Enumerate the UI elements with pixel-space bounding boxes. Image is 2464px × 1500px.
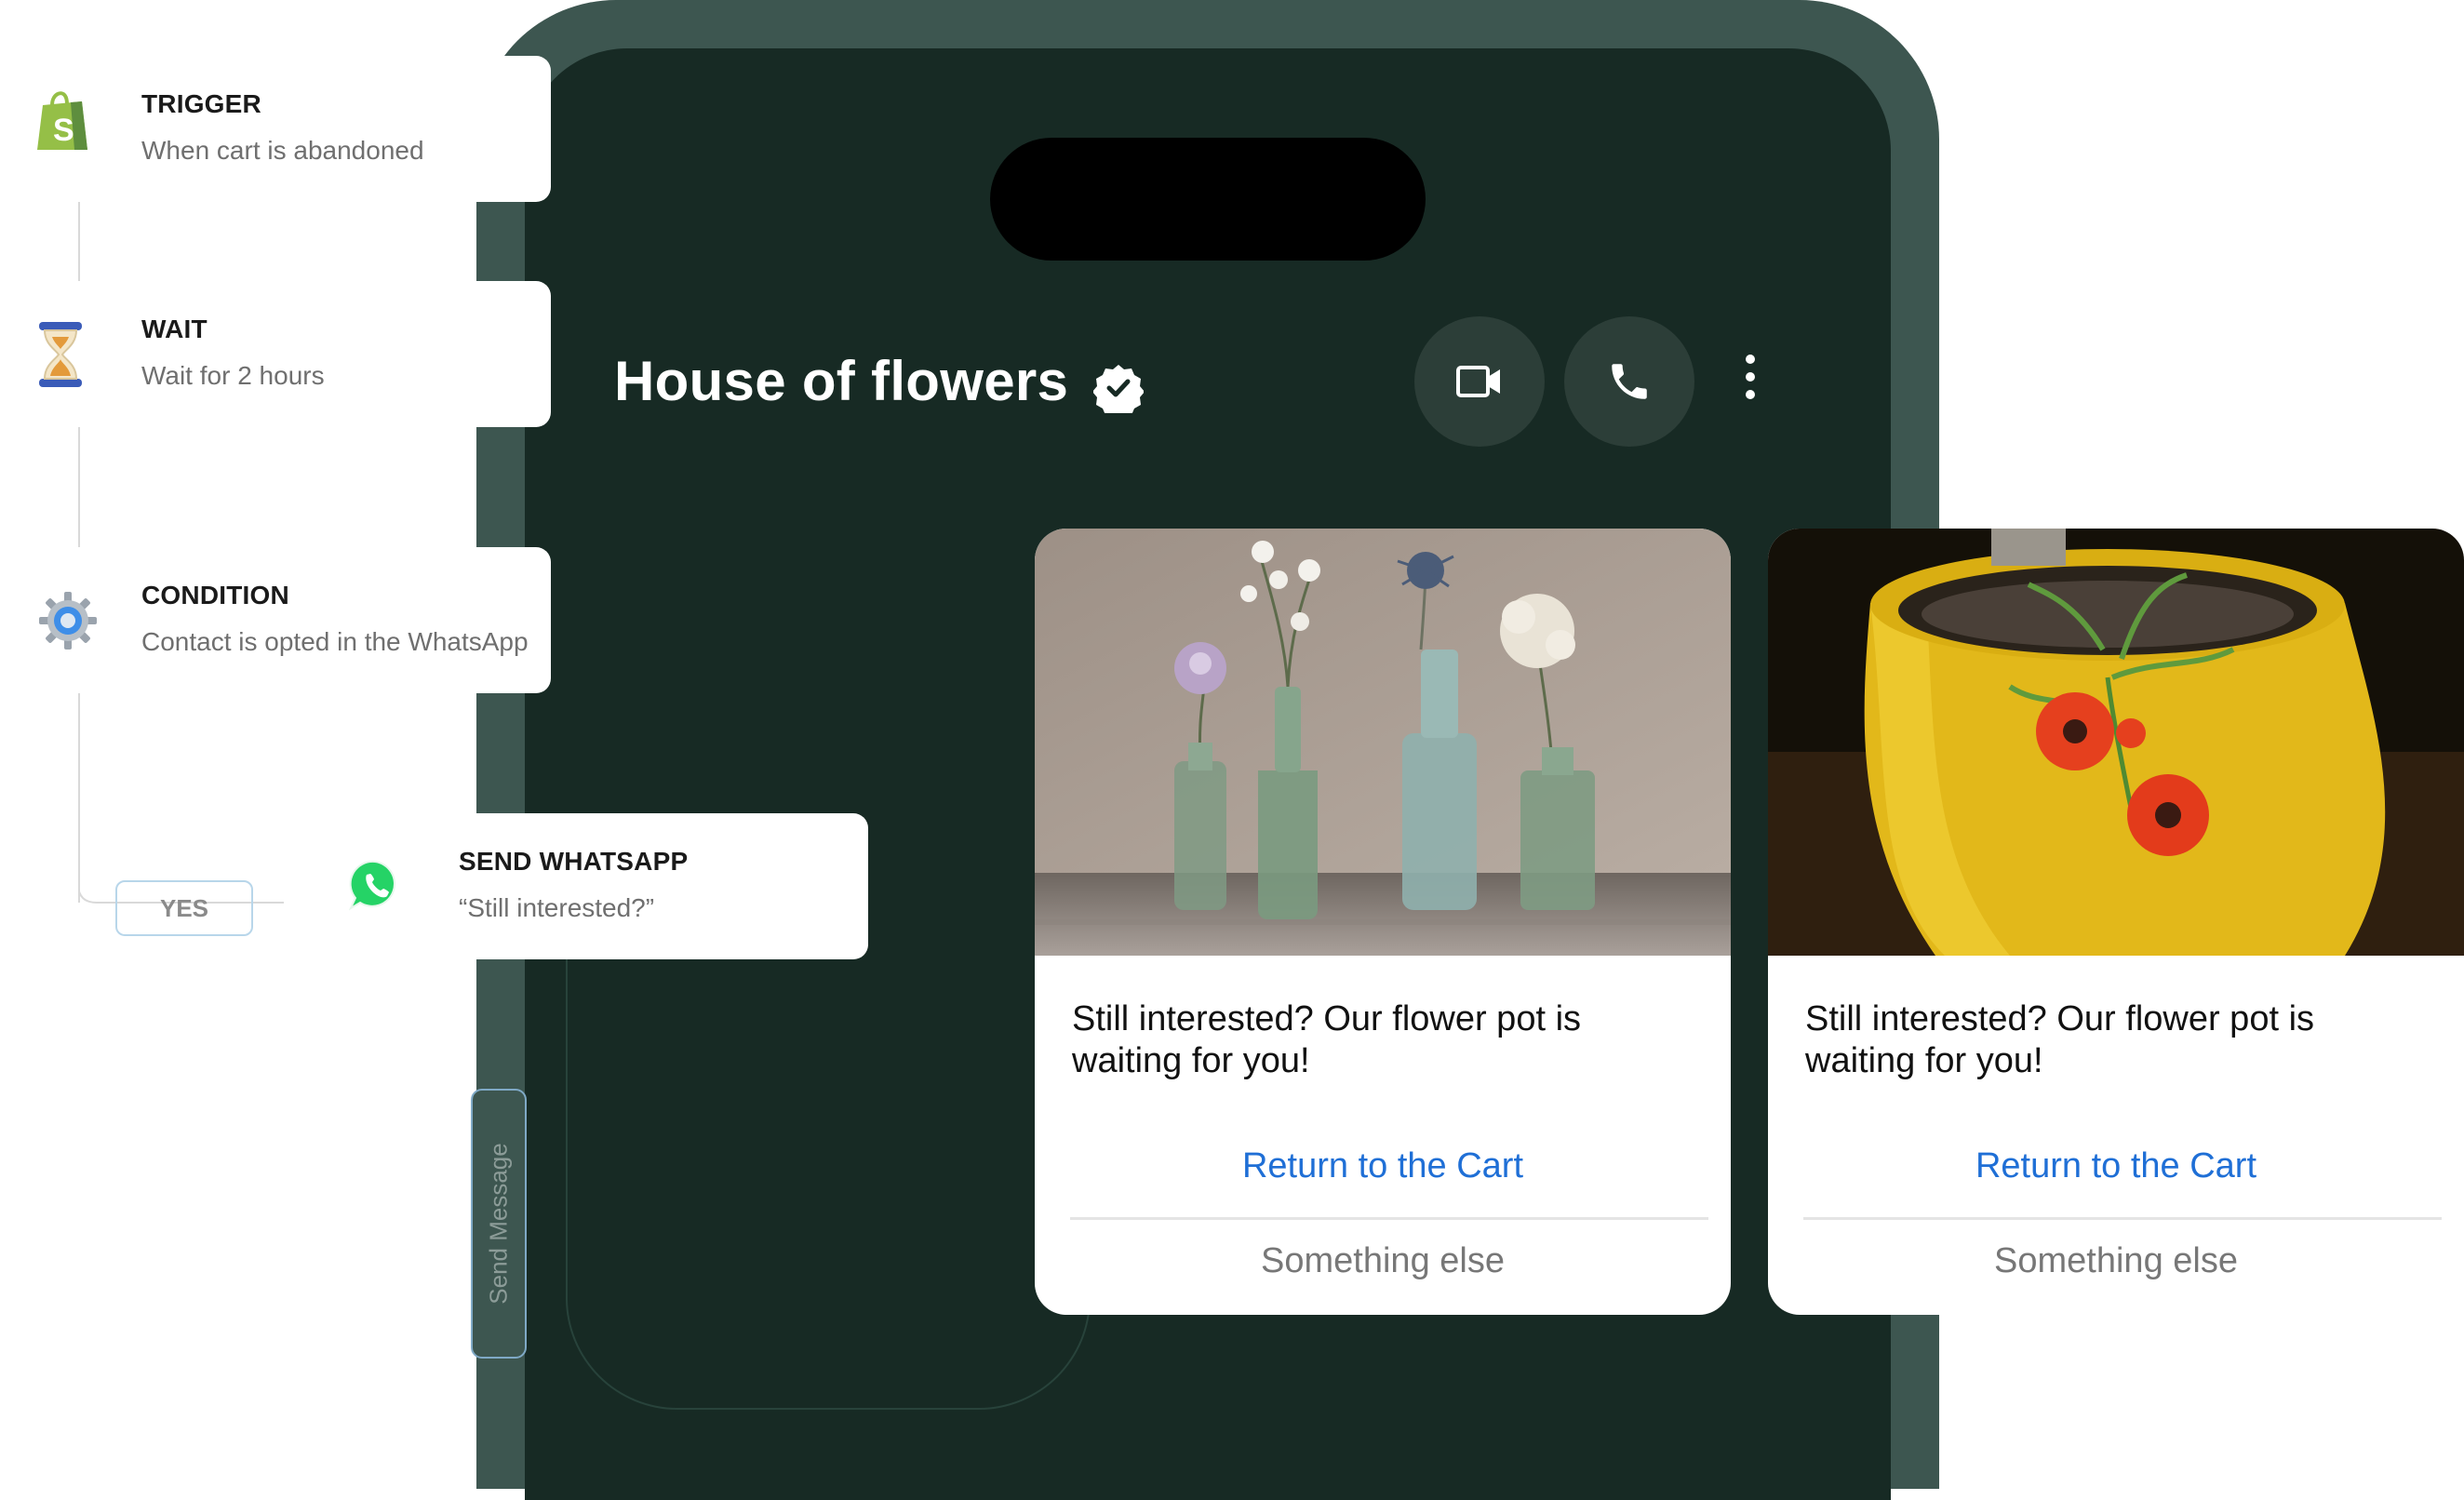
flow-step-title: TRIGGER [141, 89, 261, 118]
flow-step-send-whatsapp[interactable]: SEND WHATSAPP “Still interested?” [284, 813, 868, 959]
message-text: Still interested? Our flower pot is wait… [1805, 999, 2315, 1080]
flow-step-subtitle: Wait for 2 hours [141, 361, 325, 390]
something-else-button[interactable]: Something else [1768, 1241, 2464, 1281]
flow-connector [78, 202, 80, 281]
dynamic-island [990, 138, 1426, 261]
flow-step-title: CONDITION [141, 581, 289, 609]
flow-connector [78, 427, 80, 547]
verified-badge-icon [1093, 365, 1144, 413]
flow-step-title: WAIT [141, 315, 208, 343]
message-text: Still interested? Our flower pot is wait… [1072, 999, 1582, 1080]
voice-call-button[interactable] [1564, 316, 1694, 447]
flow-step-trigger[interactable]: S TRIGGER When cart is abandoned [0, 56, 551, 202]
background-panel [566, 917, 1091, 1410]
flow-step-title: SEND WHATSAPP [459, 847, 689, 876]
phone-icon [1612, 364, 1647, 399]
svg-text:S: S [53, 113, 74, 148]
flow-step-wait[interactable]: WAIT Wait for 2 hours [0, 281, 551, 427]
return-to-cart-button[interactable]: Return to the Cart [1035, 1146, 1731, 1186]
more-options-icon[interactable] [1736, 352, 1764, 402]
whatsapp-icon [349, 860, 395, 911]
flow-step-subtitle: When cart is abandoned [141, 136, 424, 165]
divider [1070, 1217, 1708, 1220]
video-call-button[interactable] [1414, 316, 1545, 447]
shopify-bag-icon: S [37, 91, 87, 150]
flowers-in-bottles-image [1035, 529, 1731, 956]
gear-icon [39, 592, 97, 650]
flow-step-subtitle: Contact is opted in the WhatsApp [141, 627, 529, 656]
message-card: Still interested? Our flower pot is wait… [1768, 529, 2464, 1315]
video-camera-icon [1456, 366, 1500, 397]
message-card: Still interested? Our flower pot is wait… [1035, 529, 1731, 1315]
return-to-cart-button[interactable]: Return to the Cart [1768, 1146, 2464, 1186]
send-message-label: Send Message [484, 1143, 513, 1305]
branch-yes-label: YES [115, 880, 253, 936]
divider [1803, 1217, 2442, 1220]
flow-step-subtitle: “Still interested?” [459, 893, 655, 922]
flow-step-condition[interactable]: CONDITION Contact is opted in the WhatsA… [0, 547, 551, 693]
yellow-pot-image [1768, 529, 2464, 956]
chat-title: House of flowers [614, 350, 1069, 412]
something-else-button[interactable]: Something else [1035, 1241, 1731, 1281]
send-message-tab[interactable]: Send Message [471, 1089, 527, 1359]
hourglass-icon [39, 322, 82, 387]
